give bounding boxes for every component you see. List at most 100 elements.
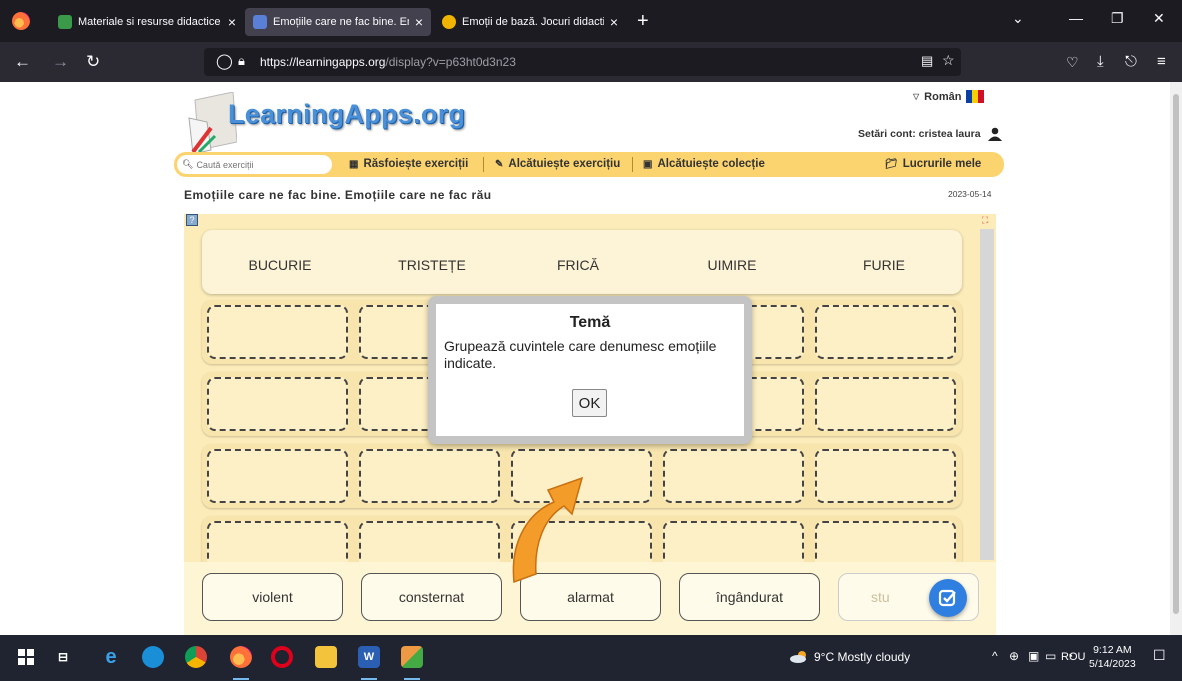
drop-slot[interactable]: [815, 449, 956, 503]
romanian-flag-icon: [966, 90, 985, 103]
tab-title: Emoțiile care ne fac bine. Emoț: [273, 16, 409, 28]
firefox-menu-icon[interactable]: [12, 12, 30, 30]
input-language[interactable]: ROU: [1061, 651, 1085, 663]
chrome-icon[interactable]: [185, 646, 207, 668]
user-icon: [987, 127, 1002, 141]
page-viewport: LearningApps.org ▽ Român Setări cont: cr…: [0, 82, 1182, 635]
app-scrollbar[interactable]: [980, 229, 994, 560]
drop-slot[interactable]: [207, 449, 348, 503]
word-icon[interactable]: W: [358, 646, 380, 668]
dialog-title: Temă: [569, 314, 611, 331]
file-explorer-icon[interactable]: [315, 646, 337, 668]
restore-icon[interactable]: ❐: [1111, 10, 1124, 27]
language-label: Român: [924, 90, 962, 103]
mountain-favicon-icon: [58, 15, 72, 29]
downloads-icon[interactable]: ⤓: [1097, 52, 1104, 72]
navigation-bar: ← → ↻ ◯ 🔒︎ https://learningapps.org/disp…: [0, 42, 1182, 82]
fullscreen-icon[interactable]: ⛶: [982, 215, 988, 226]
url-text[interactable]: https://learningapps.org/display?v=p63ht…: [260, 55, 516, 69]
browser-tab-1[interactable]: Materiale si resurse didactice Ed ×: [50, 8, 244, 36]
clock[interactable]: 9:12 AM 5/14/2023: [1089, 643, 1136, 671]
word-card-ingandurat[interactable]: îngândurat: [679, 573, 820, 621]
address-bar[interactable]: ◯ 🔒︎ https://learningapps.org/display?v=…: [204, 48, 961, 76]
folder-icon: 📁︎: [885, 158, 898, 170]
clock-time: 9:12 AM: [1093, 644, 1132, 656]
back-arrow-icon[interactable]: ←: [14, 52, 31, 72]
site-logo-text[interactable]: LearningApps.org: [228, 99, 465, 130]
menu-browse-exercises[interactable]: ▦ Răsfoiește exerciții: [349, 158, 468, 170]
notifications-icon[interactable]: ☐: [1153, 647, 1166, 664]
tray-notes-icon[interactable]: ▣: [1028, 649, 1039, 663]
category-bucurie: BUCURIE: [248, 257, 312, 273]
page-scrollbar[interactable]: [1170, 82, 1182, 635]
word-card-violent[interactable]: violent: [202, 573, 343, 621]
browser-tab-3[interactable]: Emoții de bază. Jocuri didactice ×: [434, 8, 626, 36]
windows-taskbar: ⊟ e W 9°C Mostly cloudy ^ ⊕ ▣ ▭ ◔ ROU 9:…: [0, 635, 1182, 681]
menu-label: Lucrurile mele: [902, 158, 982, 170]
drop-slot[interactable]: [207, 377, 348, 431]
check-edit-icon: [938, 589, 956, 607]
search-icon: 🔍︎: [182, 159, 194, 169]
edge-icon[interactable]: [142, 646, 164, 668]
windows-start-icon[interactable]: [18, 649, 34, 665]
ok-button[interactable]: OK: [572, 389, 607, 417]
category-furie: FURIE: [863, 257, 905, 273]
browser-tab-strip: Materiale si resurse didactice Ed × Emoț…: [0, 0, 1182, 42]
close-tab-icon[interactable]: ×: [415, 14, 423, 30]
category-tristete: TRISTEȚE: [398, 257, 466, 273]
reader-view-icon[interactable]: ▤: [921, 53, 933, 69]
forward-arrow-icon[interactable]: →: [52, 52, 69, 72]
collection-icon: ▣: [643, 158, 653, 170]
main-menu-bar: 🔍︎ ▦ Răsfoiește exerciții ✎ Alcătuiește ex…: [174, 152, 1004, 177]
drop-slot[interactable]: [815, 377, 956, 431]
new-tab-button[interactable]: +: [637, 10, 649, 32]
dropdown-triangle-icon: ▽: [913, 92, 920, 101]
bookmark-star-icon[interactable]: ☆: [942, 52, 955, 69]
pocket-icon[interactable]: ♡: [1066, 52, 1079, 72]
battery-icon[interactable]: ▭: [1045, 649, 1056, 663]
internet-explorer-icon[interactable]: e: [100, 646, 122, 668]
search-input[interactable]: [196, 159, 327, 170]
check-answers-button[interactable]: [929, 579, 967, 617]
menu-my-things[interactable]: 📁︎ Lucrurile mele: [885, 158, 981, 170]
drop-slot[interactable]: [207, 305, 348, 359]
word-card-consternat[interactable]: consternat: [361, 573, 502, 621]
hamburger-menu-icon[interactable]: ≡: [1157, 52, 1166, 72]
menu-create-exercise[interactable]: ✎ Alcătuiește exercițiu: [495, 158, 620, 170]
close-tab-icon[interactable]: ×: [610, 14, 618, 30]
category-header: BUCURIE TRISTEȚE FRICĂ UIMIRE FURIE: [202, 230, 962, 294]
close-tab-icon[interactable]: ×: [228, 14, 236, 30]
tab-title: Emoții de bază. Jocuri didactice: [462, 16, 604, 28]
dialog-text: Grupează cuvintele care denumesc emoțiil…: [444, 338, 717, 371]
weather-widget[interactable]: 9°C Mostly cloudy: [790, 650, 910, 664]
tray-app-icon[interactable]: ⊕: [1009, 649, 1019, 663]
clock-date: 5/14/2023: [1089, 658, 1136, 670]
app-icon[interactable]: [401, 646, 423, 668]
opera-icon[interactable]: [271, 646, 293, 668]
reload-icon[interactable]: ↻: [86, 52, 100, 72]
weather-text: 9°C Mostly cloudy: [814, 650, 911, 664]
menu-create-collection[interactable]: ▣ Alcătuiește colecție: [643, 158, 765, 170]
orange-arrow-icon: [512, 476, 584, 584]
drop-slot[interactable]: [815, 305, 956, 359]
list-all-tabs-icon[interactable]: ⌄: [1012, 10, 1024, 27]
shield-icon[interactable]: ◯: [216, 52, 233, 70]
minimize-icon[interactable]: —: [1069, 10, 1083, 26]
menu-label: Alcătuiește exercițiu: [508, 158, 621, 170]
instruction-dialog: Temă Grupează cuvintele care denumesc em…: [428, 296, 752, 444]
browser-tab-2-active[interactable]: Emoțiile care ne fac bine. Emoț ×: [245, 8, 431, 36]
lock-icon[interactable]: 🔒︎: [238, 53, 245, 69]
account-settings-link[interactable]: Setări cont: cristea laura: [858, 127, 1002, 141]
emoji-favicon-icon: [442, 15, 456, 29]
help-icon[interactable]: ?: [186, 214, 198, 226]
close-window-icon[interactable]: ✕: [1153, 10, 1165, 27]
show-hidden-icons-icon[interactable]: ^: [992, 649, 998, 663]
drop-slot[interactable]: [359, 449, 500, 503]
task-view-icon[interactable]: ⊟: [52, 646, 74, 668]
extensions-icon[interactable]: ⎋: [1125, 52, 1137, 72]
menu-label: Răsfoiește exerciții: [363, 158, 469, 170]
drop-slot[interactable]: [663, 449, 804, 503]
search-box[interactable]: 🔍︎: [177, 155, 332, 174]
firefox-taskbar-icon[interactable]: [230, 646, 252, 668]
language-selector[interactable]: ▽ Român: [913, 90, 985, 103]
